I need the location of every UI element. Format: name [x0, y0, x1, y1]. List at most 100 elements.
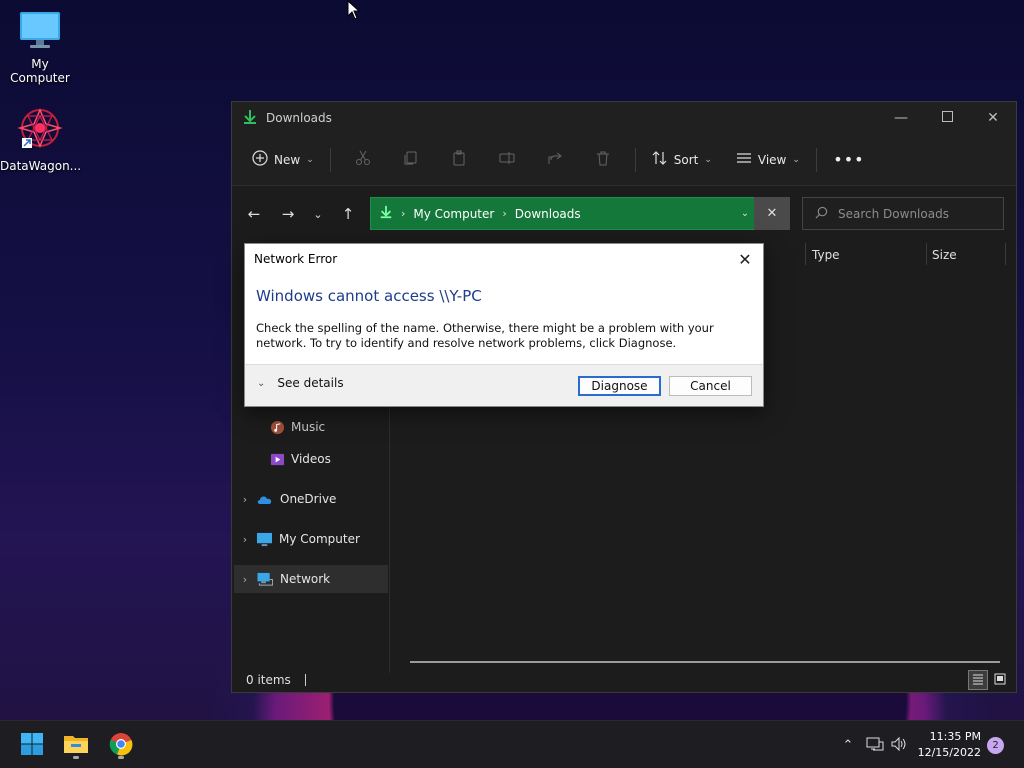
search-icon	[815, 206, 828, 222]
running-indicator	[118, 756, 124, 759]
see-details-toggle[interactable]: ⌄ See details	[257, 376, 344, 390]
chevron-right-icon[interactable]: ›	[234, 493, 256, 506]
music-icon	[270, 420, 285, 435]
network-error-dialog: Network Error ✕ Windows cannot access \\…	[244, 243, 764, 407]
delete-button[interactable]	[579, 144, 627, 176]
back-button[interactable]: ←	[238, 198, 270, 230]
close-icon: ✕	[987, 110, 999, 126]
address-history-button[interactable]: ⌄	[737, 198, 753, 229]
monitor-icon	[256, 532, 273, 547]
chevron-down-icon: ⌄	[792, 154, 800, 165]
chevron-right-icon[interactable]: ›	[234, 573, 256, 586]
chevron-down-icon: ⌄	[313, 207, 323, 221]
horizontal-scrollbar[interactable]	[410, 661, 1000, 663]
sidebar-item-network[interactable]: › Network	[234, 565, 388, 593]
chevron-right-icon[interactable]: ›	[234, 533, 256, 546]
address-clear-button[interactable]: ✕	[754, 197, 790, 230]
column-header-size[interactable]: Size	[932, 243, 957, 267]
details-view-button[interactable]	[968, 670, 988, 690]
sidebar-item-label: OneDrive	[280, 492, 337, 506]
taskbar-chrome[interactable]	[105, 729, 137, 761]
dialog-title: Network Error	[254, 252, 338, 266]
details-view-icon	[972, 673, 984, 688]
sidebar-item-label: Network	[280, 572, 331, 586]
tiles-view-button[interactable]	[990, 670, 1010, 690]
toolbar-divider	[815, 147, 817, 172]
sort-label: Sort	[673, 152, 699, 167]
navigation-row: ← → ⌄ ↑ › My Computer › Downloads ⌄ ✕ Se…	[232, 186, 1016, 242]
sidebar-item-label: Videos	[291, 452, 331, 466]
rename-icon	[499, 150, 515, 169]
status-divider	[304, 674, 306, 686]
maximize-icon	[941, 110, 953, 126]
new-label: New	[274, 152, 301, 167]
sidebar-item-videos[interactable]: Videos	[234, 445, 388, 473]
view-button[interactable]: View ⌄	[728, 144, 808, 176]
close-button[interactable]: ✕	[970, 102, 1016, 134]
title-bar[interactable]: Downloads — ✕	[232, 102, 1016, 134]
breadcrumb-downloads[interactable]: Downloads	[515, 207, 581, 221]
scissors-icon	[355, 150, 371, 169]
sort-button[interactable]: Sort ⌄	[644, 144, 720, 176]
maximize-button[interactable]	[924, 102, 970, 134]
sidebar-item-my-computer[interactable]: › My Computer	[234, 525, 388, 553]
arrow-left-icon: ←	[247, 205, 261, 223]
search-box[interactable]: Search Downloads	[802, 197, 1004, 230]
sidebar-item-music[interactable]: Music	[234, 413, 388, 441]
folder-icon	[63, 733, 89, 758]
share-button[interactable]	[531, 144, 579, 176]
clock[interactable]: 11:35 PM 12/15/2022	[918, 729, 981, 761]
video-icon	[270, 452, 285, 467]
running-indicator	[73, 756, 79, 759]
up-button[interactable]: ↑	[332, 198, 364, 230]
desktop-icon-my-computer[interactable]: My Computer	[0, 10, 80, 85]
copy-button[interactable]	[387, 144, 435, 176]
paste-button[interactable]	[435, 144, 483, 176]
item-count: 0 items	[246, 673, 291, 687]
desktop-icon-datawagon[interactable]: DataWagon...	[0, 106, 82, 173]
ellipsis-icon: •••	[833, 150, 865, 169]
volume-icon[interactable]	[890, 736, 908, 755]
start-button[interactable]	[16, 729, 48, 761]
toolbar-divider	[329, 147, 331, 172]
column-header-type-label: Type	[812, 248, 840, 262]
chevron-down-icon: ⌄	[257, 377, 266, 389]
status-bar: 0 items	[232, 668, 1016, 692]
breadcrumb-my-computer[interactable]: My Computer	[413, 207, 494, 221]
network-status-icon[interactable]	[866, 736, 884, 755]
diagnose-button[interactable]: Diagnose	[578, 376, 661, 396]
view-label: View	[757, 152, 787, 167]
desktop-icon-label: DataWagon...	[0, 159, 82, 173]
cut-button[interactable]	[339, 144, 387, 176]
clock-date: 12/15/2022	[917, 746, 981, 759]
clipboard-icon	[451, 150, 467, 169]
column-header-type[interactable]: Type	[812, 243, 840, 267]
new-button[interactable]: New ⌄	[244, 144, 322, 176]
cancel-button[interactable]: Cancel	[669, 376, 752, 396]
address-bar[interactable]: › My Computer › Downloads ⌄ ✕	[370, 197, 790, 230]
minimize-button[interactable]: —	[878, 102, 924, 134]
column-divider	[926, 243, 927, 265]
download-icon	[242, 109, 258, 128]
more-options-button[interactable]: •••	[825, 144, 873, 176]
desktop-icon-label: My Computer	[10, 57, 70, 85]
forward-button[interactable]: →	[272, 198, 304, 230]
chevron-right-icon: ›	[502, 207, 507, 220]
taskbar-file-explorer[interactable]	[60, 729, 92, 761]
notification-badge[interactable]: 2	[987, 737, 1004, 754]
chrome-icon	[109, 732, 133, 759]
cloud-icon	[256, 492, 274, 506]
show-hidden-icons-button[interactable]: ⌃	[838, 738, 858, 753]
window-title: Downloads	[266, 111, 332, 125]
monitor-icon	[0, 10, 80, 53]
recent-locations-button[interactable]: ⌄	[304, 198, 332, 230]
clock-time: 11:35 PM	[929, 730, 981, 743]
dialog-close-button[interactable]: ✕	[733, 248, 757, 270]
arrow-right-icon: →	[281, 205, 295, 223]
sidebar-item-onedrive[interactable]: › OneDrive	[234, 485, 388, 513]
rename-button[interactable]	[483, 144, 531, 176]
close-icon: ✕	[738, 249, 752, 269]
mouse-cursor-icon	[347, 0, 361, 23]
plus-circle-icon	[252, 150, 268, 169]
search-placeholder: Search Downloads	[838, 206, 949, 221]
